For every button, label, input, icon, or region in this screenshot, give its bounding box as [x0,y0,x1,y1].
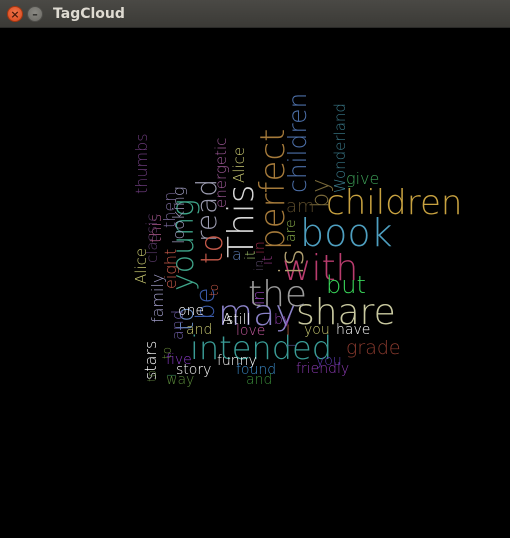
cloud-word: and [186,322,212,338]
cloud-word: it [260,256,276,265]
tag-cloud: sharemaywithchildrenbooktheintendedisThi… [132,93,462,388]
cloud-word: to [207,284,221,296]
close-button[interactable]: × [7,6,23,22]
cloud-word: in [249,290,268,305]
cloud-word: children [283,93,312,193]
cloud-word: I [165,373,179,377]
cloud-word: grade [346,337,401,359]
cloud-word: one [178,303,204,319]
cloud-word: to [160,347,174,359]
cloud-word: family [148,274,167,323]
minimize-button[interactable]: – [27,6,43,22]
cloud-word: is [272,249,311,275]
cloud-word: I [286,323,290,339]
window-title: TagCloud [53,6,125,22]
cloud-word: book [300,211,393,255]
cloud-word: to [195,234,230,264]
cloud-word: have [336,322,370,338]
cloud-word: Alice [230,147,248,183]
tag-cloud-canvas: share may with children book the intended is Thi… [0,28,510,538]
cloud-word: love [236,323,265,339]
cloud-word: a [232,245,242,264]
cloud-word: to [145,370,159,382]
cloud-word: am [286,196,315,217]
cloud-word: but [326,271,366,299]
cloud-word: are [283,219,299,242]
cloud-word: in [252,241,268,254]
cloud-word: energetic [212,138,230,208]
cloud-word: friendly [296,361,349,377]
close-icon: × [10,7,20,21]
minimize-icon: – [32,7,38,21]
cloud-word: I [285,343,299,347]
cloud-word: thumbs [132,133,151,194]
cloud-word: give [346,169,379,188]
cloud-word: and [246,372,272,388]
cloud-word: you [304,322,330,338]
cloud-word: Alice [132,248,150,284]
title-bar: × – TagCloud [0,0,510,28]
